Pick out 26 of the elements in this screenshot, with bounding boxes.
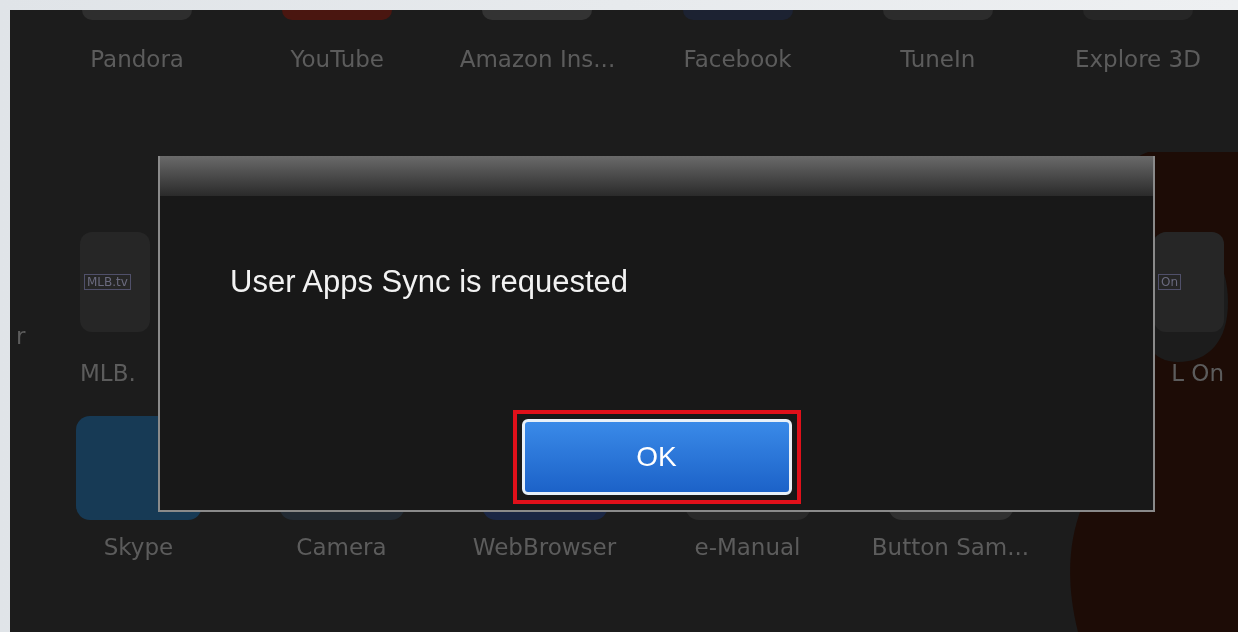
app-label: TuneIn bbox=[900, 46, 976, 72]
app-label: L On bbox=[1171, 360, 1224, 386]
app-tile-icon[interactable] bbox=[482, 10, 593, 20]
app-label: Button Sam... bbox=[871, 534, 1030, 560]
app-label: WebBrowser bbox=[472, 534, 617, 560]
app-label: MLB. bbox=[80, 360, 136, 386]
app-tile-icon[interactable]: MLB.tv bbox=[80, 232, 150, 332]
app-label: e-Manual bbox=[694, 534, 801, 560]
app-label: Pandora bbox=[90, 46, 184, 72]
app-tile-icon[interactable] bbox=[82, 10, 193, 20]
app-label: Camera bbox=[296, 534, 387, 560]
app-tile-icon[interactable]: On bbox=[1154, 232, 1224, 332]
ok-button[interactable]: OK bbox=[521, 419, 792, 495]
app-tile-icon[interactable] bbox=[282, 10, 393, 20]
app-label: Skype bbox=[103, 534, 174, 560]
app-label: Facebook bbox=[683, 46, 792, 72]
app-label: Explore 3D bbox=[1074, 46, 1201, 72]
dialog-message: User Apps Sync is requested bbox=[230, 264, 630, 300]
logo-text: MLB.tv bbox=[84, 274, 131, 290]
app-tile-icon[interactable] bbox=[1082, 10, 1193, 20]
app-label: YouTube bbox=[290, 46, 384, 72]
app-label: Amazon Ins... bbox=[459, 46, 616, 72]
app-label: r bbox=[16, 323, 26, 349]
app-tile-icon[interactable] bbox=[682, 10, 793, 20]
logo-text: On bbox=[1158, 274, 1182, 290]
app-tile-icon[interactable] bbox=[882, 10, 993, 20]
